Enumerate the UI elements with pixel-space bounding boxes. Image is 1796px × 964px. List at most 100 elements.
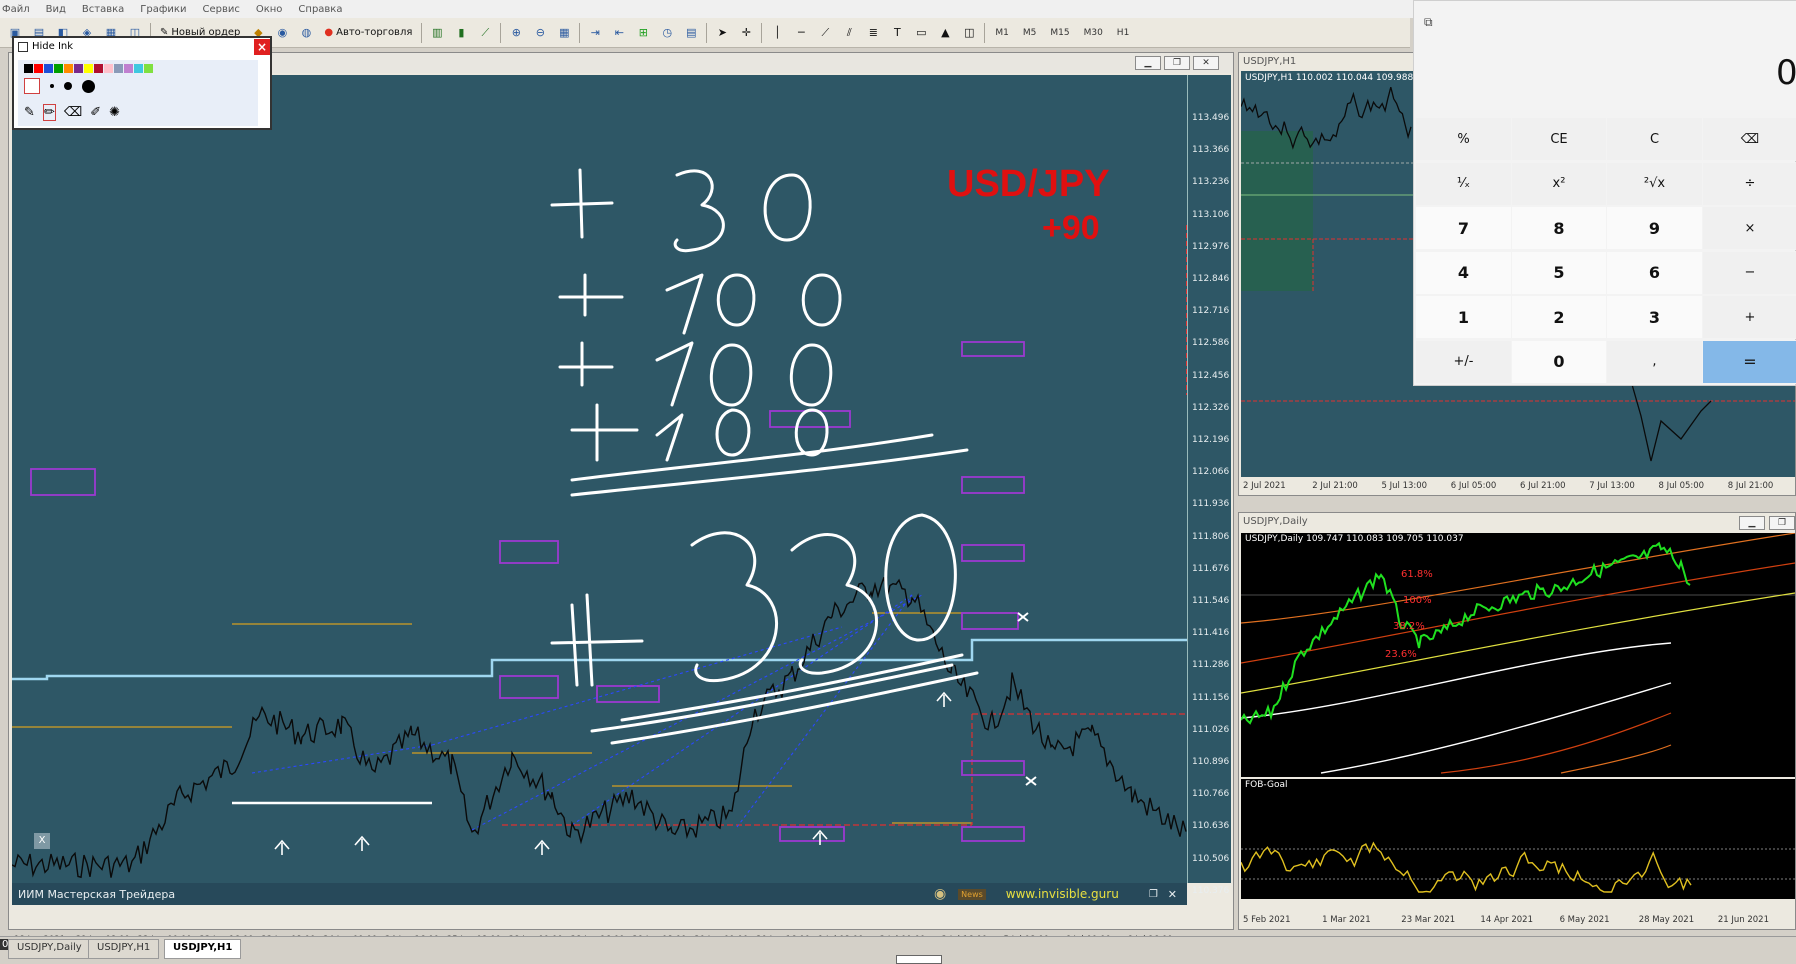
- highlighter-icon[interactable]: ✏: [43, 104, 56, 121]
- clear-all-icon[interactable]: ✺: [109, 105, 120, 120]
- timeframe-m15[interactable]: M15: [1046, 28, 1073, 38]
- color-swatch[interactable]: [54, 64, 63, 73]
- cursor-icon[interactable]: ➤: [713, 24, 731, 42]
- color-swatch[interactable]: [144, 64, 153, 73]
- calc-key-2[interactable]: 2: [1511, 295, 1608, 339]
- menu-tools[interactable]: Сервис: [202, 4, 239, 15]
- fibonacci-icon[interactable]: ≣: [864, 24, 882, 42]
- calc-key-3[interactable]: 3: [1606, 295, 1703, 339]
- templates-icon[interactable]: ▤: [682, 24, 700, 42]
- line-chart-icon[interactable]: ⟋: [476, 24, 494, 42]
- color-swatch[interactable]: [44, 64, 53, 73]
- calc-key-9[interactable]: 9: [1606, 206, 1703, 250]
- size-dot-large-icon[interactable]: [82, 80, 95, 93]
- footer-restore-icon[interactable]: ❐: [1149, 889, 1158, 900]
- menu-charts[interactable]: Графики: [140, 4, 186, 15]
- pen-icon[interactable]: ✎: [24, 105, 35, 120]
- daily-minimize-button[interactable]: ▁: [1739, 516, 1765, 530]
- main-chart-area[interactable]: X USD/JPY +90: [12, 75, 1187, 883]
- calc-key-multiply[interactable]: ×: [1702, 206, 1796, 250]
- tab-usdjpy-daily[interactable]: USDJPY,Daily: [8, 939, 91, 959]
- calc-key-percent[interactable]: %: [1415, 117, 1512, 161]
- tile-windows-icon[interactable]: ▦: [555, 24, 573, 42]
- ink-close-button[interactable]: ×: [254, 39, 270, 55]
- candle-chart-icon[interactable]: ▮: [452, 24, 470, 42]
- color-swatch[interactable]: [114, 64, 123, 73]
- calc-key-negate[interactable]: +/-: [1415, 340, 1512, 384]
- size-dot-tiny-icon[interactable]: [24, 78, 40, 94]
- color-swatch[interactable]: [124, 64, 133, 73]
- calc-key-backspace[interactable]: ⌫: [1702, 117, 1796, 161]
- size-dot-medium-icon[interactable]: [64, 82, 72, 90]
- crosshair-icon[interactable]: ✛: [737, 24, 755, 42]
- calc-key-6[interactable]: 6: [1606, 251, 1703, 295]
- color-swatch[interactable]: [24, 64, 33, 73]
- color-swatch[interactable]: [64, 64, 73, 73]
- calc-key-c[interactable]: C: [1606, 117, 1703, 161]
- color-swatch[interactable]: [74, 64, 83, 73]
- timeframe-h1[interactable]: H1: [1113, 28, 1134, 38]
- menu-window[interactable]: Окно: [256, 4, 283, 15]
- tab-usdjpy-h1-active[interactable]: USDJPY,H1: [164, 939, 241, 959]
- eraser-icon[interactable]: ⌫: [64, 105, 82, 120]
- calc-key-equals[interactable]: =: [1702, 340, 1796, 384]
- shapes-icon[interactable]: ◫: [960, 24, 978, 42]
- color-swatch[interactable]: [134, 64, 143, 73]
- color-swatch[interactable]: [94, 64, 103, 73]
- color-swatch[interactable]: [34, 64, 43, 73]
- hide-ink-checkbox[interactable]: [18, 42, 28, 52]
- ink-size-picker[interactable]: [24, 78, 95, 94]
- minimize-button[interactable]: ▁: [1135, 56, 1161, 70]
- horizontal-line-icon[interactable]: ─: [792, 24, 810, 42]
- calc-key-square[interactable]: x²: [1511, 162, 1608, 206]
- calc-key-sqrt[interactable]: ²√x: [1606, 162, 1703, 206]
- signals-icon[interactable]: ◉: [273, 24, 291, 42]
- menu-view[interactable]: Вид: [46, 4, 66, 15]
- ink-tool-picker[interactable]: ✎ ✏ ⌫ ✐ ✺: [24, 104, 120, 121]
- menu-insert[interactable]: Вставка: [82, 4, 124, 15]
- calc-key-5[interactable]: 5: [1511, 251, 1608, 295]
- daily-indicator-area[interactable]: FOB-Goal: [1241, 779, 1795, 899]
- hide-ink-toggle[interactable]: Hide Ink: [18, 41, 73, 52]
- timeframe-m30[interactable]: M30: [1080, 28, 1107, 38]
- trendline-icon[interactable]: ⟋: [816, 24, 834, 42]
- timeframe-m5[interactable]: M5: [1019, 28, 1041, 38]
- indicators-icon[interactable]: ⊞: [634, 24, 652, 42]
- price-scale[interactable]: 113.496113.366113.236113.106112.976112.8…: [1187, 75, 1231, 883]
- ink-color-swatches[interactable]: [24, 63, 154, 76]
- calc-key-plus[interactable]: +: [1702, 295, 1796, 339]
- calc-key-7[interactable]: 7: [1415, 206, 1512, 250]
- market-icon[interactable]: ◍: [297, 24, 315, 42]
- chart-shift-icon[interactable]: ⇤: [610, 24, 628, 42]
- restore-button[interactable]: ❐: [1164, 56, 1190, 70]
- zoom-in-icon[interactable]: ⊕: [507, 24, 525, 42]
- daily-restore-button[interactable]: ❐: [1769, 516, 1795, 530]
- vertical-line-icon[interactable]: │: [768, 24, 786, 42]
- zoom-out-icon[interactable]: ⊖: [531, 24, 549, 42]
- calc-key-divide[interactable]: ÷: [1702, 162, 1796, 206]
- color-swatch[interactable]: [84, 64, 93, 73]
- calc-key-decimal[interactable]: ,: [1606, 340, 1703, 384]
- eye-icon[interactable]: ◉: [934, 886, 946, 902]
- arrow-up-icon[interactable]: ▲: [936, 24, 954, 42]
- calc-key-1[interactable]: 1: [1415, 295, 1512, 339]
- periods-icon[interactable]: ◷: [658, 24, 676, 42]
- daily-price-area[interactable]: USDJPY,Daily 109.747 110.083 109.705 110…: [1241, 533, 1795, 777]
- news-badge[interactable]: News: [958, 889, 986, 900]
- calc-key-0[interactable]: 0: [1511, 340, 1608, 384]
- menu-file[interactable]: Файл: [2, 4, 30, 15]
- bar-chart-icon[interactable]: ▥: [428, 24, 446, 42]
- calc-key-minus[interactable]: −: [1702, 251, 1796, 295]
- calc-key-8[interactable]: 8: [1511, 206, 1608, 250]
- auto-trading-button[interactable]: ●Авто-торговля: [321, 23, 415, 43]
- channel-icon[interactable]: ⫽: [840, 24, 858, 42]
- menu-help[interactable]: Справка: [298, 4, 342, 15]
- color-swatch[interactable]: [104, 64, 113, 73]
- footer-close-icon[interactable]: ✕: [1168, 888, 1177, 901]
- label-icon[interactable]: ▭: [912, 24, 930, 42]
- keep-on-top-icon[interactable]: ⧉: [1424, 15, 1433, 30]
- size-dot-small-icon[interactable]: [50, 84, 54, 88]
- footer-site-link[interactable]: www.invisible.guru: [1006, 887, 1119, 901]
- autoscroll-icon[interactable]: ⇥: [586, 24, 604, 42]
- text-icon[interactable]: T: [888, 24, 906, 42]
